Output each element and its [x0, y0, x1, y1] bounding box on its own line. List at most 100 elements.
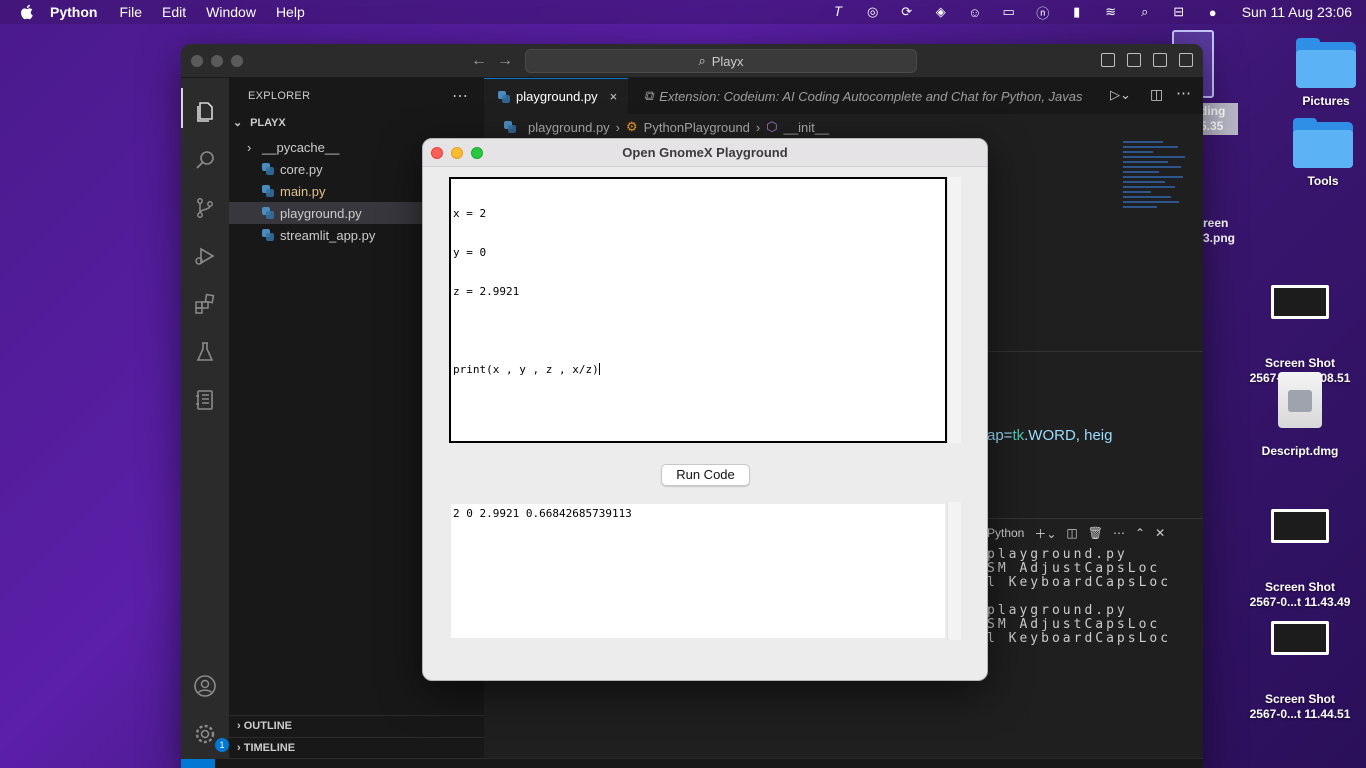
- minimize-button[interactable]: [451, 147, 463, 159]
- class-icon: ⚙: [626, 119, 638, 134]
- explorer-title: EXPLORER: [248, 90, 311, 102]
- tab-extension-codeium[interactable]: ⧉ Extension: Codeium: AI Coding Autocomp…: [644, 78, 1099, 114]
- panel-toolbar: Python ＋⌄ ◫ 🗑 ⋯ ⌃ ✕: [987, 521, 1165, 545]
- python-file-icon: [262, 207, 274, 219]
- partial-desktop-label: reen 3.png: [1203, 216, 1235, 245]
- more-actions-icon[interactable]: ⋯: [1176, 84, 1191, 102]
- desktop-icon-descript[interactable]: Descript.dmg: [1245, 372, 1355, 459]
- back-arrow-icon[interactable]: ←: [471, 52, 487, 70]
- zoom-button[interactable]: [231, 55, 243, 67]
- extensions-icon[interactable]: [193, 292, 217, 316]
- menu-window[interactable]: Window: [206, 4, 256, 20]
- python-file-icon: [262, 185, 274, 197]
- close-button[interactable]: [191, 55, 203, 67]
- source-control-icon[interactable]: [193, 196, 217, 220]
- typeface-icon[interactable]: 𝑇: [830, 4, 848, 20]
- settings-gear-icon[interactable]: 1: [193, 722, 229, 752]
- minimize-button[interactable]: [211, 55, 223, 67]
- trash-icon[interactable]: 🗑: [1088, 526, 1103, 540]
- screenshot-thumbnail-icon: [1271, 285, 1329, 319]
- run-debug-icon[interactable]: [193, 244, 217, 268]
- search-icon[interactable]: ⌕: [1136, 4, 1154, 20]
- desktop-icon-label: Tools: [1307, 174, 1339, 188]
- zoom-button[interactable]: [471, 147, 483, 159]
- toggle-panel-icon[interactable]: [1127, 53, 1141, 67]
- code-line: y = 0: [453, 246, 487, 259]
- desktop-icon-pictures[interactable]: Pictures: [1271, 38, 1366, 109]
- battery-icon[interactable]: ▮: [1068, 4, 1086, 20]
- desktop-icon-tools[interactable]: Tools: [1268, 118, 1366, 189]
- output-scrollbar[interactable]: [947, 502, 961, 640]
- folder-icon: [1293, 118, 1353, 168]
- more-actions-icon[interactable]: ⋯: [452, 86, 468, 106]
- workspace-folder-header[interactable]: ⌄ PLAYX: [233, 116, 286, 129]
- remote-indicator[interactable]: [181, 759, 215, 768]
- outline-section-header[interactable]: › OUTLINE: [237, 720, 292, 732]
- siri-icon[interactable]: ●: [1204, 4, 1222, 20]
- add-terminal-icon[interactable]: ＋⌄: [1034, 525, 1056, 542]
- close-panel-icon[interactable]: ✕: [1155, 526, 1165, 540]
- breadcrumb-class[interactable]: PythonPlayground: [644, 120, 750, 135]
- python-file-icon: [262, 163, 274, 175]
- split-terminal-icon[interactable]: ◫: [1066, 526, 1077, 540]
- menu-bar: Python File Edit Window Help 𝑇 ◎ ⟳ ◈ ☺ ▭…: [0, 0, 1366, 24]
- customize-layout-icon[interactable]: [1179, 53, 1193, 67]
- terminal-output[interactable]: playground.py SM AdjustCapsLoc l Keyboar…: [987, 548, 1171, 646]
- testing-flask-icon[interactable]: [193, 340, 217, 364]
- fingerprint-icon[interactable]: ◎: [864, 4, 882, 20]
- display-icon[interactable]: ▭: [1000, 4, 1018, 20]
- output-textarea[interactable]: 2 0 2.9921 0.66842685739113: [451, 504, 945, 638]
- apple-icon[interactable]: [18, 3, 36, 21]
- wifi-icon[interactable]: ≋: [1102, 4, 1120, 20]
- close-button[interactable]: [431, 147, 443, 159]
- user-circle-icon[interactable]: ☺: [966, 4, 984, 20]
- desktop-icon-label: Descript.dmg: [1261, 444, 1339, 458]
- minimap[interactable]: [1123, 138, 1193, 298]
- toggle-sidebar-icon[interactable]: [1101, 53, 1115, 67]
- breadcrumb-method[interactable]: __init__: [784, 120, 830, 135]
- close-tab-icon[interactable]: ×: [610, 89, 618, 104]
- menu-file[interactable]: File: [119, 4, 142, 20]
- menu-app-name[interactable]: Python: [50, 4, 97, 20]
- more-actions-icon[interactable]: ⋯: [1113, 526, 1125, 540]
- playground-window: Open GnomeX Playground x = 2 y = 0 z = 2…: [422, 138, 988, 681]
- search-icon: ⌕: [698, 53, 706, 68]
- desktop-icon-label: Screen Shot 2567-0...t 11.44.51: [1249, 692, 1351, 721]
- run-python-icon[interactable]: ▷⌄: [1110, 87, 1131, 103]
- code-editor-textarea[interactable]: x = 2 y = 0 z = 2.9921 print(x , y , z ,…: [449, 177, 947, 443]
- chevron-right-icon: ›: [615, 119, 621, 135]
- forward-arrow-icon[interactable]: →: [497, 52, 513, 70]
- toggle-secondary-sidebar-icon[interactable]: [1153, 53, 1167, 67]
- run-code-button[interactable]: Run Code: [661, 464, 750, 486]
- split-editor-icon[interactable]: ◫: [1150, 86, 1163, 103]
- code-scrollbar[interactable]: [947, 177, 961, 443]
- notebook-icon[interactable]: [193, 388, 217, 412]
- menu-help[interactable]: Help: [276, 4, 305, 20]
- breadcrumb-file[interactable]: playground.py: [528, 120, 610, 135]
- terminal-profile-label[interactable]: Python: [987, 526, 1024, 540]
- folder-icon: [1296, 38, 1356, 88]
- layers-icon[interactable]: ◈: [932, 4, 950, 20]
- maximize-panel-icon[interactable]: ⌃: [1135, 526, 1145, 540]
- menu-edit[interactable]: Edit: [162, 4, 186, 20]
- desktop-icon-screenshot-3[interactable]: Screen Shot 2567-0...t 11.44.51: [1245, 606, 1355, 737]
- account-icon[interactable]: [193, 674, 217, 698]
- code-line-with-caret: print(x , y , z , x/z): [453, 363, 600, 376]
- sync-icon[interactable]: ⟳: [898, 4, 916, 20]
- control-center-icon[interactable]: ⊟: [1170, 4, 1188, 20]
- tab-playground[interactable]: playground.py ×: [484, 78, 628, 114]
- chevron-right-icon: ›: [237, 742, 241, 754]
- n-app-icon[interactable]: ⓝ: [1034, 4, 1052, 21]
- search-icon[interactable]: [193, 148, 217, 172]
- command-center-label: Playx: [711, 53, 744, 69]
- menubar-clock[interactable]: Sun 11 Aug 23:06: [1242, 4, 1352, 20]
- activity-bar: 1: [181, 78, 229, 768]
- timeline-section-header[interactable]: › TIMELINE: [237, 742, 295, 754]
- code-fragment: ap=tk.WORD, heig: [987, 427, 1113, 444]
- notification-badge: 1: [215, 738, 229, 752]
- command-center-search[interactable]: ⌕ Playx: [525, 49, 917, 73]
- explorer-icon[interactable]: [193, 100, 217, 124]
- python-file-icon: [262, 229, 274, 241]
- active-indicator: [181, 88, 183, 128]
